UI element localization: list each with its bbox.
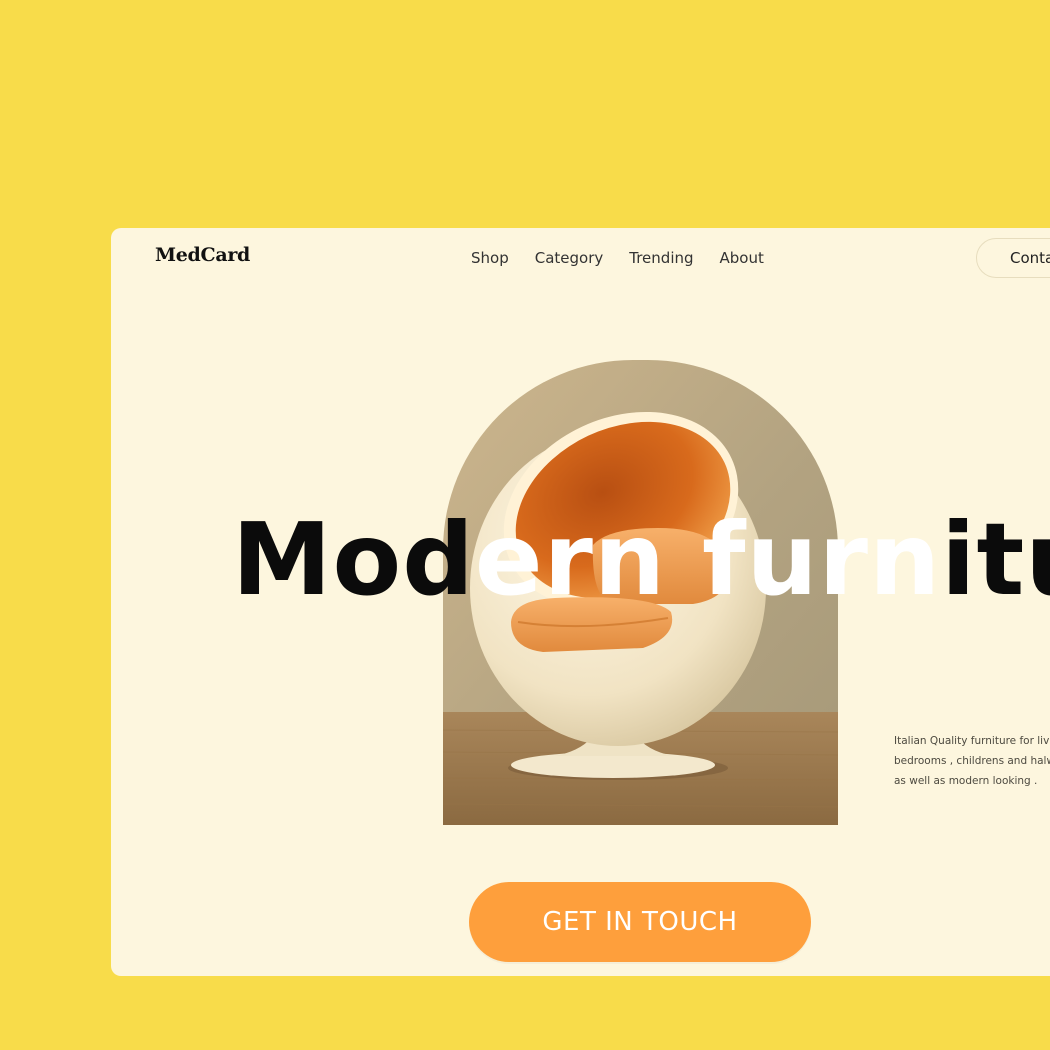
brand-logo[interactable]: MedCard bbox=[155, 244, 250, 266]
nav-item-category[interactable]: Category bbox=[535, 249, 604, 267]
main-nav: Shop Category Trending About bbox=[471, 249, 764, 267]
description-line: as well as modern looking . bbox=[894, 775, 1038, 787]
contact-button-label: Conta bbox=[1010, 249, 1050, 267]
contact-button[interactable]: Conta bbox=[976, 238, 1050, 278]
hero-headline: Modern furniture bbox=[232, 510, 1050, 610]
nav-item-trending[interactable]: Trending bbox=[629, 249, 693, 267]
headline-segment: Mod bbox=[232, 501, 475, 618]
description-line: bedrooms , childrens and halwa bbox=[894, 755, 1050, 767]
headline-segment: n bbox=[868, 501, 942, 618]
hero-description: Italian Quality furniture for livir bedr… bbox=[894, 731, 1050, 791]
page-background: MedCard Shop Category Trending About Con… bbox=[0, 0, 1050, 1050]
nav-item-about[interactable]: About bbox=[720, 249, 764, 267]
headline-segment: iture bbox=[941, 501, 1050, 618]
get-in-touch-label: GET IN TOUCH bbox=[542, 907, 738, 937]
nav-item-shop[interactable]: Shop bbox=[471, 249, 509, 267]
description-line: Italian Quality furniture for livir bbox=[894, 735, 1050, 747]
landing-page-card: MedCard Shop Category Trending About Con… bbox=[111, 228, 1050, 976]
get-in-touch-button[interactable]: GET IN TOUCH bbox=[469, 882, 811, 962]
headline-segment: ern fur bbox=[474, 501, 869, 618]
